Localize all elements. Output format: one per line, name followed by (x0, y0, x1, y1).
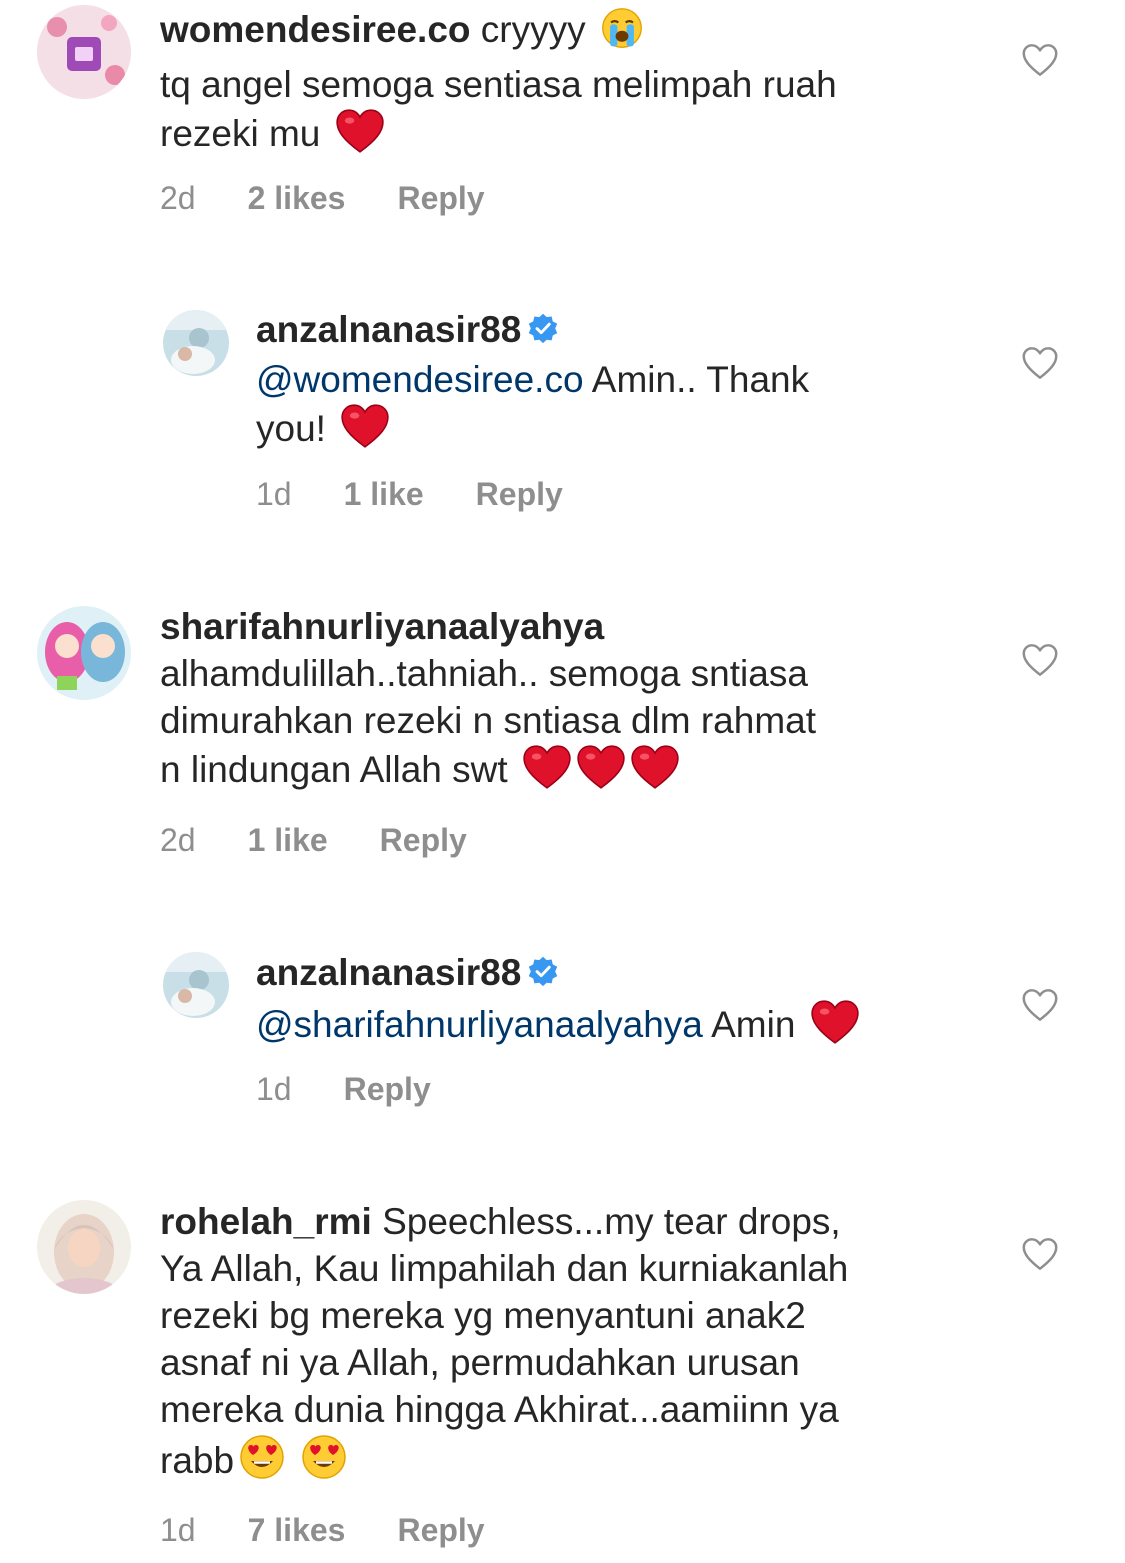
comment-time: 1d (160, 1512, 196, 1548)
reply-button[interactable]: Reply (380, 822, 467, 859)
avatar[interactable] (163, 310, 229, 376)
comment-likes[interactable]: 7 likes (248, 1512, 346, 1549)
like-heart-icon[interactable] (1021, 643, 1059, 677)
comment-body-line: rezeki mu (160, 113, 321, 154)
red-heart-icon (630, 744, 680, 801)
red-heart-icon (340, 403, 390, 460)
comment-time: 2d (160, 180, 196, 216)
comment-body-line: you! (256, 408, 326, 449)
reply-button[interactable]: Reply (344, 1071, 431, 1108)
comment-username[interactable]: anzalnanasir88 (256, 309, 521, 350)
comment-text: sharifahnurliyanaalyahya alhamdulillah..… (160, 603, 980, 801)
comment-meta: 1d 1 like Reply (256, 476, 563, 513)
red-heart-icon (335, 108, 385, 165)
comment-likes[interactable]: 2 likes (248, 180, 346, 217)
red-heart-icon (810, 999, 860, 1056)
verified-badge-icon (527, 309, 559, 356)
heart-eyes-face-icon (300, 1433, 348, 1492)
comment-body: Amin (711, 1004, 796, 1045)
mention-link[interactable]: @womendesiree.co (256, 359, 584, 400)
comment-body-line: rezeki bg mereka yg menyantuni anak2 (160, 1295, 806, 1336)
comment-username[interactable]: rohelah_rmi (160, 1201, 372, 1242)
like-heart-icon[interactable] (1021, 43, 1059, 77)
comment-body-line: rabb (160, 1440, 235, 1481)
comment-time: 1d (256, 476, 292, 512)
like-heart-icon[interactable] (1021, 988, 1059, 1022)
comment-text: anzalnanasir88 @womendesiree.co Amin.. T… (256, 306, 976, 460)
comment-time: 1d (256, 1071, 292, 1107)
comment-body-line: tq angel semoga sentiasa melimpah ruah (160, 64, 837, 105)
reply-button[interactable]: Reply (397, 1512, 484, 1549)
comment-text: womendesiree.co cryyyy tq angel semoga s… (160, 6, 980, 165)
like-heart-icon[interactable] (1021, 346, 1059, 380)
comment-body-line: asnaf ni ya Allah, permudahkan urusan (160, 1342, 800, 1383)
comment-body-line: Ya Allah, Kau limpahilah dan kurniakanla… (160, 1248, 849, 1289)
comment-likes[interactable]: 1 like (344, 476, 424, 513)
reply-button[interactable]: Reply (476, 476, 563, 513)
avatar[interactable] (163, 952, 229, 1018)
like-heart-icon[interactable] (1021, 1237, 1059, 1271)
verified-badge-icon (527, 952, 559, 999)
heart-eyes-face-icon (238, 1433, 286, 1492)
comment-username[interactable]: anzalnanasir88 (256, 952, 521, 993)
comment-body-line: mereka dunia hingga Akhirat...aamiinn ya (160, 1389, 839, 1430)
comment-text: rohelah_rmi Speechless...my tear drops, … (160, 1198, 980, 1492)
comment-body-line: n lindungan Allah swt (160, 749, 508, 790)
mention-link[interactable]: @sharifahnurliyanaalyahya (256, 1004, 703, 1045)
comment-body-line: dimurahkan rezeki n sntiasa dlm rahmat (160, 700, 817, 741)
comment-body: Speechless...my tear drops, (382, 1201, 841, 1242)
avatar[interactable] (37, 5, 131, 99)
comment-meta: 2d 2 likes Reply (160, 180, 485, 217)
comment-body-line: alhamdulillah..tahniah.. semoga sntiasa (160, 653, 808, 694)
avatar[interactable] (37, 606, 131, 700)
comment-body: Amin.. Thank (591, 359, 810, 400)
comment-username[interactable]: sharifahnurliyanaalyahya (160, 606, 604, 647)
avatar[interactable] (37, 1200, 131, 1294)
comment-meta: 2d 1 like Reply (160, 822, 467, 859)
crying-face-icon (600, 6, 644, 61)
reply-button[interactable]: Reply (397, 180, 484, 217)
red-heart-icon (522, 744, 572, 801)
comment-meta: 1d 7 likes Reply (160, 1512, 485, 1549)
comment-body: cryyyy (480, 9, 586, 50)
comment-username[interactable]: womendesiree.co (160, 9, 471, 50)
comment-likes[interactable]: 1 like (248, 822, 328, 859)
comment-text: anzalnanasir88 @sharifahnurliyanaalyahya… (256, 949, 976, 1056)
red-heart-icon (576, 744, 626, 801)
comment-meta: 1d Reply (256, 1071, 431, 1108)
comment-time: 2d (160, 822, 196, 858)
